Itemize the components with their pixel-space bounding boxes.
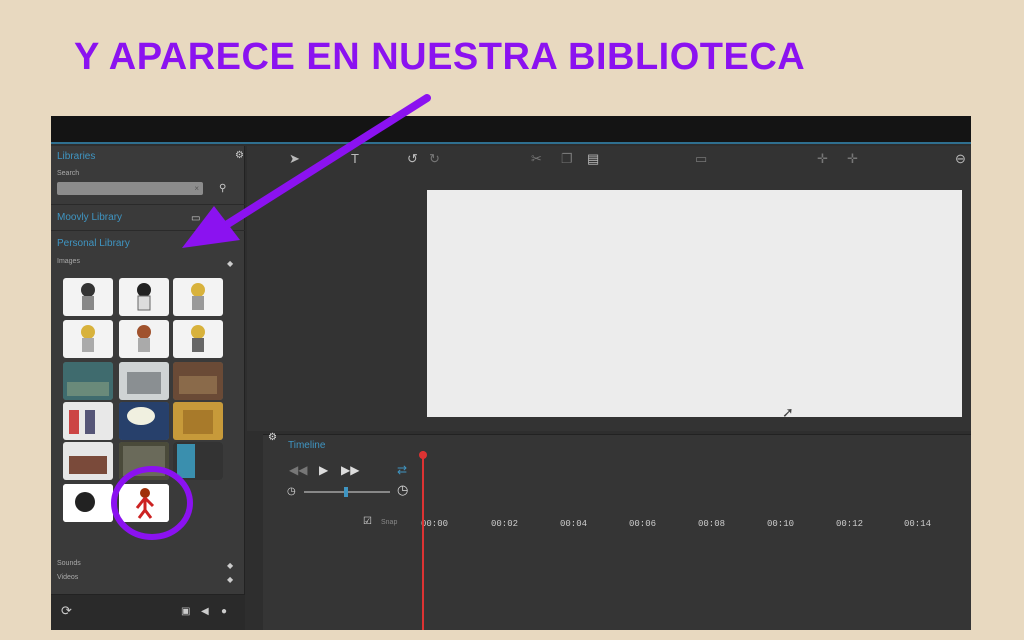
search-box[interactable]: × [57, 182, 203, 199]
fast-forward-icon[interactable]: ▶▶ [341, 464, 359, 476]
align-icon[interactable]: ▭ [695, 152, 707, 165]
distribute-vertical-icon[interactable]: ✛ [847, 152, 858, 165]
divider [51, 204, 245, 205]
slider-handle[interactable] [344, 487, 348, 497]
thumbnail-scene[interactable] [173, 442, 223, 480]
microphone-icon[interactable]: ● [221, 607, 227, 617]
time-tick: 00:12 [836, 519, 864, 529]
zoom-out-clock-icon[interactable]: ◷ [287, 486, 296, 498]
thumbnail-scene[interactable] [63, 442, 113, 480]
rewind-icon[interactable]: ◀◀ [289, 464, 307, 476]
thumbnail-character-new[interactable] [119, 484, 169, 522]
expand-diamond-icon[interactable]: ◆ [227, 259, 233, 269]
expand-diamond-icon[interactable]: ◆ [227, 561, 233, 571]
select-arrow-icon[interactable]: ➤ [289, 152, 300, 165]
thumbnail-character[interactable] [119, 278, 169, 316]
time-tick: 00:00 [421, 519, 449, 529]
time-tick: 00:06 [629, 519, 657, 529]
sidebar-bottom-bar: ⟳ ▣ ◀ ● [51, 594, 245, 630]
thumbnail-character[interactable] [63, 484, 113, 522]
loop-icon[interactable]: ⇄ [397, 464, 407, 476]
thumbnail-character[interactable] [63, 278, 113, 316]
redo-icon[interactable]: ↻ [429, 152, 440, 165]
stage-canvas[interactable] [427, 190, 962, 417]
time-tick: 00:08 [698, 519, 726, 529]
thumbnail-character[interactable] [173, 320, 223, 358]
expand-diamond-icon[interactable]: ◆ [227, 575, 233, 585]
time-tick: 00:10 [767, 519, 795, 529]
sounds-section-label: Sounds [57, 560, 81, 567]
moovly-library-tab[interactable]: Moovly Library [57, 212, 122, 223]
gear-icon[interactable]: ⚙ [235, 151, 244, 161]
thumbnail-character[interactable] [119, 320, 169, 358]
clear-search-icon[interactable]: × [194, 182, 199, 195]
videos-section-label: Videos [57, 574, 79, 581]
playhead[interactable] [422, 451, 424, 630]
search-input[interactable] [57, 186, 187, 199]
library-sidebar: Libraries ⚙ Search × ⚲ Moovly Library ▭ … [51, 146, 245, 630]
refresh-icon[interactable]: ⟳ [61, 604, 72, 617]
time-tick: 00:02 [491, 519, 519, 529]
snap-label: Snap [381, 519, 398, 526]
thumbnail-character[interactable] [63, 320, 113, 358]
thumbnail-scene[interactable] [119, 402, 169, 440]
libraries-heading: Libraries [57, 151, 96, 162]
gear-icon[interactable]: ⚙ [268, 432, 277, 444]
personal-library-tab[interactable]: Personal Library [57, 238, 130, 249]
search-icon[interactable]: ⚲ [219, 184, 226, 194]
moovly-editor-window: Libraries ⚙ Search × ⚲ Moovly Library ▭ … [51, 116, 971, 630]
distribute-horizontal-icon[interactable]: ✛ [817, 152, 828, 165]
time-tick: 00:14 [904, 519, 932, 529]
timeline-zoom-slider[interactable] [304, 487, 390, 497]
camera-icon[interactable]: ▣ [181, 607, 190, 617]
thumbnail-scene[interactable] [173, 362, 223, 400]
timeline-heading: Timeline [288, 440, 326, 451]
search-label: Search [57, 170, 80, 177]
thumbnail-scene[interactable] [119, 362, 169, 400]
snap-checkbox-icon[interactable]: ☑ [363, 516, 372, 528]
thumbnail-scene[interactable] [119, 442, 169, 480]
timeline-panel: ⚙ Timeline ◀◀ ▶ ▶▶ ⇄ ◷ ◷ ☑ Snap 00:00 00… [263, 432, 971, 630]
app-topbar [51, 116, 971, 144]
paste-icon[interactable]: ▤ [587, 152, 599, 165]
thumbnail-scene[interactable] [63, 362, 113, 400]
canvas-area: ➤ T ↺ ↻ ✂ ❐ ▤ ▭ ✛ ✛ ⊖ [247, 146, 971, 431]
divider [51, 230, 245, 231]
copy-icon[interactable]: ❐ [561, 152, 573, 165]
text-tool-icon[interactable]: T [351, 152, 359, 165]
undo-icon[interactable]: ↺ [407, 152, 418, 165]
clock-icon[interactable]: ◷ [397, 483, 408, 496]
thumbnail-character[interactable] [173, 278, 223, 316]
slide-title: Y APARECE EN NUESTRA BIBLIOTECA [74, 36, 806, 78]
cut-icon[interactable]: ✂ [531, 152, 542, 165]
play-icon[interactable]: ▶ [319, 464, 328, 476]
playhead-handle[interactable] [419, 451, 427, 459]
time-tick: 00:04 [560, 519, 588, 529]
folder-icon[interactable]: ▭ [191, 214, 200, 224]
thumbnail-scene[interactable] [63, 402, 113, 440]
mouse-cursor-icon: ➚ [782, 404, 794, 420]
zoom-icon[interactable]: ⊖ [955, 152, 966, 165]
thumbnail-scene[interactable] [173, 402, 223, 440]
speaker-icon[interactable]: ◀ [201, 607, 209, 617]
images-section-label: Images [57, 258, 80, 265]
